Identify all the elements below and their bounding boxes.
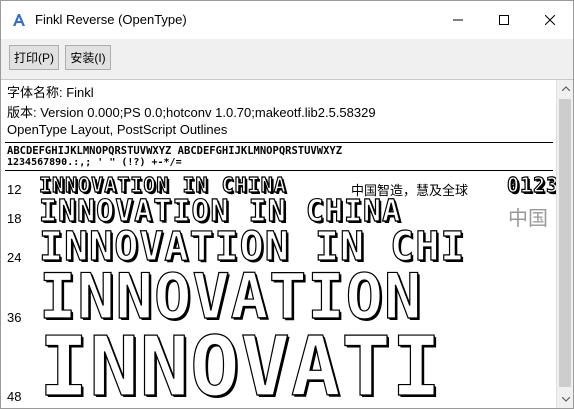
chevron-up-icon bbox=[561, 86, 570, 91]
vertical-scrollbar[interactable] bbox=[556, 80, 573, 408]
sample-tail-12: 0123 bbox=[506, 172, 556, 197]
divider bbox=[5, 142, 553, 143]
scrollbar-thumb[interactable] bbox=[559, 99, 571, 387]
minimize-button[interactable] bbox=[435, 1, 481, 39]
maximize-button[interactable] bbox=[481, 1, 527, 39]
sample-cjk-18: 中国 bbox=[508, 206, 548, 230]
close-icon bbox=[545, 15, 555, 25]
sample-text-48: INNOVATI bbox=[38, 319, 442, 409]
font-app-icon bbox=[13, 14, 25, 26]
size-label-12: 12 bbox=[7, 182, 22, 197]
font-preview-area: 字体名称: Finkl 版本: Version 0.000;PS 0.0;hot… bbox=[1, 80, 556, 409]
install-button[interactable]: 安装(I) bbox=[65, 45, 111, 70]
chevron-down-icon bbox=[561, 397, 570, 402]
maximize-icon bbox=[499, 15, 509, 25]
title-bar: Finkl Reverse (OpenType) bbox=[1, 1, 573, 39]
charset-line-2: 1234567890.:,; ' " (!?) +-*/= bbox=[7, 157, 182, 168]
toolbar: 打印(P) 安装(I) bbox=[1, 39, 573, 80]
size-label-24: 24 bbox=[7, 250, 22, 265]
charset-line-1: ABCDEFGHIJKLMNOPQRSTUVWXYZ ABCDEFGHIJKLM… bbox=[7, 145, 343, 157]
size-label-48: 48 bbox=[7, 389, 22, 404]
scroll-down-button[interactable] bbox=[557, 391, 573, 408]
size-label-18: 18 bbox=[7, 211, 22, 226]
window-title: Finkl Reverse (OpenType) bbox=[35, 12, 187, 27]
print-button[interactable]: 打印(P) bbox=[9, 45, 59, 70]
minimize-icon bbox=[453, 19, 463, 21]
font-outline-text: OpenType Layout, PostScript Outlines bbox=[7, 122, 228, 137]
divider bbox=[5, 170, 553, 171]
font-viewer-window: Finkl Reverse (OpenType) 打印(P) 安装(I) 字体名… bbox=[0, 0, 574, 409]
font-version-text: 版本: Version 0.000;PS 0.0;hotconv 1.0.70;… bbox=[7, 105, 376, 120]
scroll-up-button[interactable] bbox=[557, 80, 573, 97]
close-button[interactable] bbox=[527, 1, 573, 39]
size-label-36: 36 bbox=[7, 310, 22, 325]
font-name-text: 字体名称: Finkl bbox=[7, 85, 94, 100]
